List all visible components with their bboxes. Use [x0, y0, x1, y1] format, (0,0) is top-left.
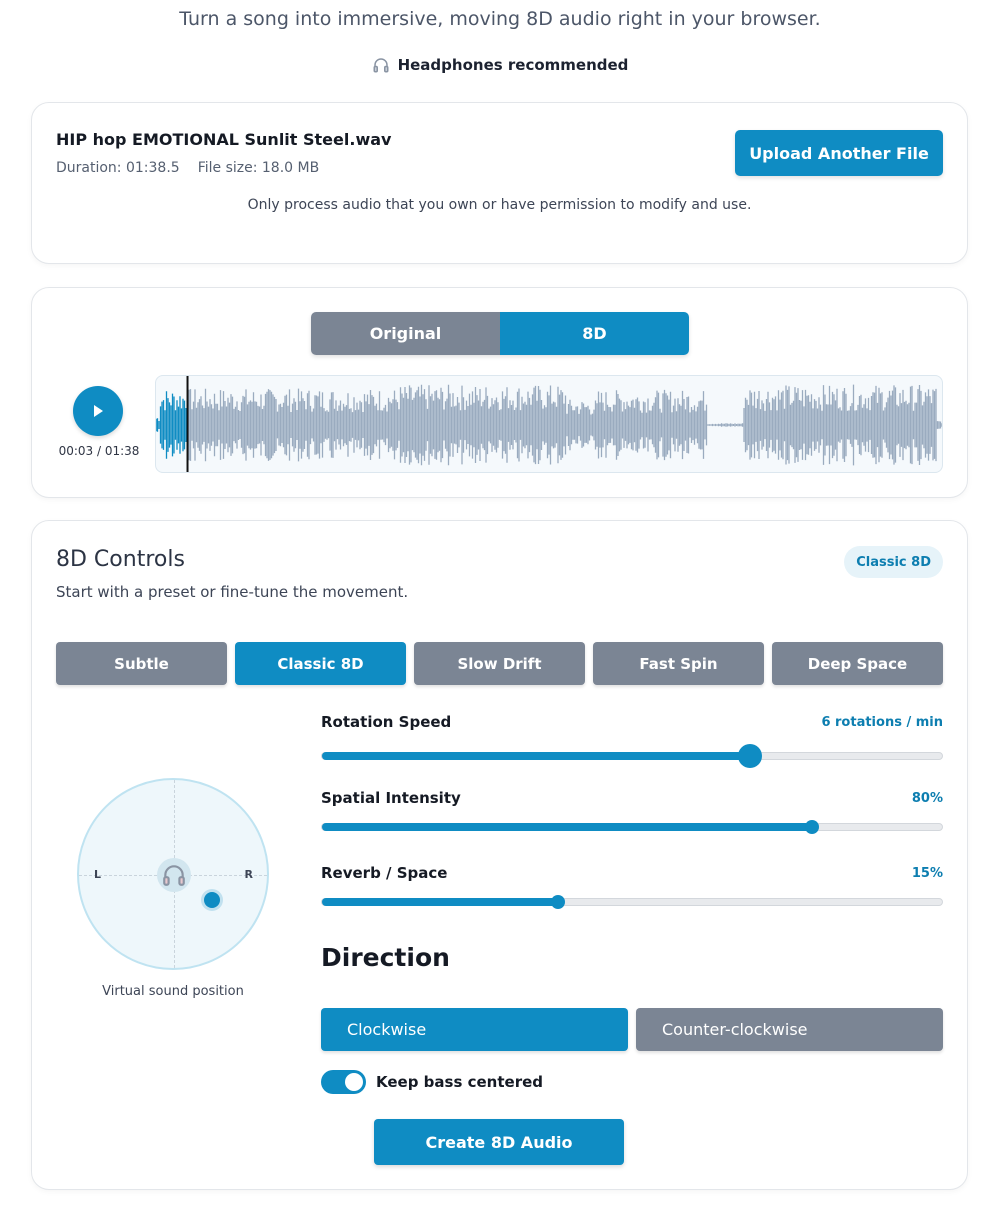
preset-buttons: Subtle Classic 8D Slow Drift Fast Spin D…	[56, 642, 943, 685]
headphones-icon	[373, 58, 389, 73]
file-size: File size: 18.0 MB	[197, 160, 320, 176]
sound-source-dot[interactable]	[204, 892, 220, 908]
headphones-note-text: Headphones recommended	[397, 56, 629, 74]
reverb-space-label: Reverb / Space	[321, 864, 448, 882]
waveform-graphic	[156, 376, 942, 472]
preset-slow-drift-button[interactable]: Slow Drift	[414, 642, 585, 685]
counter-clockwise-button[interactable]: Counter-clockwise	[636, 1008, 943, 1051]
preset-fast-spin-button[interactable]: Fast Spin	[593, 642, 764, 685]
spatial-intensity-value: 80%	[911, 791, 943, 806]
playback-time: 00:03 / 01:38	[58, 444, 140, 458]
preset-subtle-button[interactable]: Subtle	[56, 642, 227, 685]
reverb-space-fill	[322, 898, 558, 906]
rotation-speed-thumb[interactable]	[737, 744, 762, 768]
keep-bass-centered-toggle[interactable]	[321, 1070, 366, 1094]
spatial-intensity-label: Spatial Intensity	[321, 789, 461, 807]
controls-title: 8D Controls	[56, 547, 185, 572]
waveform-unplayed	[188, 384, 942, 466]
active-preset-badge: Classic 8D	[844, 546, 943, 578]
virtual-position-pad[interactable]: L R	[77, 778, 269, 970]
preset-deep-space-button[interactable]: Deep Space	[772, 642, 943, 685]
file-card: HIP hop EMOTIONAL Sunlit Steel.wav Durat…	[31, 102, 968, 264]
toggle-8d[interactable]: 8D	[500, 312, 689, 355]
waveform[interactable]	[155, 375, 943, 473]
headphones-icon	[163, 865, 185, 886]
keep-bass-centered-label: Keep bass centered	[376, 1073, 543, 1091]
file-name: HIP hop EMOTIONAL Sunlit Steel.wav	[56, 130, 392, 149]
player-card: Original 8D 00:03 / 01:38	[31, 287, 968, 498]
controls-card: 8D Controls Start with a preset or fine-…	[31, 520, 968, 1190]
original-8d-toggle: Original 8D	[311, 312, 689, 355]
permission-note: Only process audio that you own or have …	[247, 197, 752, 213]
pad-caption: Virtual sound position	[102, 984, 244, 999]
file-meta: Duration: 01:38.5 File size: 18.0 MB	[56, 160, 319, 176]
clockwise-button[interactable]: Clockwise	[321, 1008, 628, 1051]
controls-subtitle: Start with a preset or fine-tune the mov…	[56, 583, 409, 601]
reverb-space-thumb[interactable]	[550, 895, 565, 909]
upload-another-file-button[interactable]: Upload Another File	[735, 130, 943, 176]
direction-title: Direction	[321, 943, 450, 972]
intro-text: Turn a song into immersive, moving 8D au…	[179, 8, 821, 30]
rotation-speed-value: 6 rotations / min	[821, 715, 943, 730]
create-8d-audio-button[interactable]: Create 8D Audio	[374, 1119, 624, 1165]
spatial-intensity-slider[interactable]	[321, 820, 943, 834]
play-icon	[94, 405, 103, 417]
listener-headphones	[157, 858, 191, 892]
waveform-played	[156, 391, 189, 459]
reverb-space-value: 15%	[911, 866, 943, 881]
file-duration: Duration: 01:38.5	[56, 160, 180, 176]
spatial-intensity-fill	[322, 823, 812, 831]
pad-right-label: R	[244, 868, 253, 881]
rotation-speed-slider[interactable]	[321, 744, 943, 768]
headphones-note: Headphones recommended	[0, 56, 1000, 74]
preset-classic-8d-button[interactable]: Classic 8D	[235, 642, 406, 685]
reverb-space-slider[interactable]	[321, 895, 943, 909]
spatial-intensity-thumb[interactable]	[804, 820, 819, 834]
toggle-original[interactable]: Original	[311, 312, 500, 355]
toggle-knob	[345, 1073, 363, 1091]
play-button[interactable]	[73, 386, 123, 436]
rotation-speed-label: Rotation Speed	[321, 713, 452, 731]
pad-left-label: L	[94, 868, 102, 881]
rotation-speed-fill	[322, 752, 750, 760]
